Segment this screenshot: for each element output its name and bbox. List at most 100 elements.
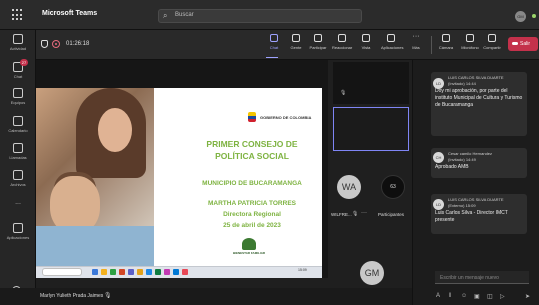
calendar-icon	[13, 116, 23, 126]
message-sender: LUIS CARLOS SILVA DUARTE	[448, 197, 504, 202]
taskbar-app-icon	[92, 269, 98, 275]
app-launcher-icon[interactable]	[12, 9, 24, 21]
rail-item-chat[interactable]: 27 Chat	[0, 59, 36, 79]
message-text: Luis Carlos Silva - Director IMCT presen…	[435, 210, 508, 223]
format-icon[interactable]: A	[436, 293, 440, 299]
unread-badge: 27	[20, 59, 28, 66]
search-placeholder: Buscar	[175, 12, 194, 18]
send-icon[interactable]: ➤	[525, 293, 530, 300]
taskbar-app-icon	[182, 269, 188, 275]
presence-status-icon	[532, 14, 536, 18]
react-button[interactable]: Reaccionar	[332, 34, 352, 50]
people-icon	[292, 34, 300, 42]
people-button[interactable]: Gente	[286, 34, 306, 50]
attach-icon[interactable]: ǁ	[449, 293, 451, 299]
more-options-icon[interactable]: ···	[361, 210, 367, 216]
search-icon: ⌕	[163, 11, 168, 20]
raise-hand-icon	[314, 34, 322, 42]
rail-item-teams[interactable]: Equipos	[0, 88, 36, 105]
chat-button[interactable]: Chat	[264, 34, 284, 50]
taskbar-clock: 15:09	[298, 268, 307, 272]
message-sender: LUIS CARLOS SILVA DUARTE	[448, 75, 504, 80]
slide-municipio: MUNICIPIO DE BUCARAMANGA	[202, 180, 302, 187]
microphone-button[interactable]: Micrófono	[460, 34, 480, 50]
chat-message: LUIS CARLOS SILVA DUARTE (Invitado) 14:44…	[431, 72, 527, 136]
message-time: 15:09	[465, 202, 476, 208]
mic-off-icon	[466, 34, 474, 42]
taskbar-app-icon	[110, 269, 116, 275]
message-text: Aprobado AMB	[435, 164, 469, 170]
message-text: Doy mi aprobación, por parte del institu…	[435, 88, 523, 108]
apps-icon	[13, 223, 23, 233]
taskbar-app-icon	[146, 269, 152, 275]
message-time: 14:49	[465, 156, 476, 162]
apps-icon	[387, 34, 395, 42]
loop-icon[interactable]: ▷	[500, 293, 505, 300]
active-tab-indicator	[266, 57, 278, 58]
government-seal-icon	[248, 112, 256, 122]
taskbar-app-icon	[155, 269, 161, 275]
icbf-logo-icon	[242, 238, 256, 250]
more-button[interactable]: ··· Más	[406, 33, 426, 50]
video-tile[interactable]	[333, 62, 409, 104]
taskbar-app-icon	[164, 269, 170, 275]
rail-item-files[interactable]: Archivos	[0, 170, 36, 187]
recording-icon	[52, 40, 60, 48]
meeting-timer: 01:26:18	[66, 41, 90, 47]
shield-icon	[41, 40, 48, 48]
left-rail: Actividad 27 Chat Equipos Calendario Llam…	[0, 30, 36, 305]
participants-label: Participantes	[378, 212, 405, 217]
chat-icon	[270, 34, 278, 42]
file-icon	[13, 170, 23, 180]
compose-placeholder: Escribir un mensaje nuevo	[440, 275, 499, 281]
taskbar-app-icon	[173, 269, 179, 275]
rail-item-calls[interactable]: Llamadas	[0, 143, 36, 160]
slide-speaker-name: MARTHA PATRICIA TORRES	[208, 200, 296, 207]
message-sender: Cesar camilo Hernandez	[448, 151, 493, 156]
teams-icon	[13, 88, 23, 98]
video-tile-selected[interactable]	[333, 107, 409, 151]
view-button[interactable]: Vista	[356, 34, 376, 50]
toolbar-divider	[431, 36, 432, 54]
presenter-name: Marlyn Yulieth Prada Jaimes	[40, 293, 104, 299]
camera-button[interactable]: Cámara	[436, 34, 456, 50]
participant-avatar[interactable]: WA	[337, 175, 361, 199]
sender-avatar: LD	[433, 78, 444, 89]
apps-button[interactable]: Aplicaciones	[381, 34, 403, 50]
camera-off-icon	[442, 34, 450, 42]
message-tag: (Externo)	[448, 202, 465, 208]
hang-up-icon	[512, 42, 518, 45]
sender-avatar: LD	[433, 199, 444, 210]
phone-icon	[13, 143, 23, 153]
rail-item-apps[interactable]: Aplicaciones	[0, 223, 36, 240]
emoji-icon[interactable]: ☺	[461, 293, 467, 299]
share-icon	[488, 34, 496, 42]
taskbar-app-icon	[101, 269, 107, 275]
rail-item-activity[interactable]: Actividad	[0, 34, 36, 51]
chat-message: LUIS CARLOS SILVA DUARTE (Externo) 15:09 …	[431, 194, 527, 234]
taskbar-search	[42, 268, 82, 276]
taskbar-app-icon	[128, 269, 134, 275]
chat-message: Cesar camilo Hernandez (Invitado) 14:49 A…	[431, 148, 527, 178]
mic-icon: 🎙	[340, 90, 347, 96]
message-tag: (Invitado)	[448, 80, 465, 86]
slide-logo-text: BIENESTAR FAMILIAR	[232, 251, 266, 255]
share-button[interactable]: Compartir	[482, 34, 502, 50]
gov-heading: GOBIERNO DE COLOMBIA	[260, 115, 312, 120]
self-avatar[interactable]: GM	[360, 261, 384, 285]
rail-item-more[interactable]: ...	[0, 197, 36, 206]
raise-hand-button[interactable]: Participar	[308, 34, 328, 50]
sticker-icon[interactable]: ◫	[487, 293, 493, 300]
participant-name: WILFRE...	[331, 212, 352, 217]
taskbar-app-icon	[119, 269, 125, 275]
gif-icon[interactable]: ▣	[474, 293, 480, 300]
slide-title: PRIMER CONSEJO DE POLÍTICA SOCIAL	[206, 139, 298, 161]
mic-icon: 🎙	[352, 211, 359, 217]
profile-avatar[interactable]: GM	[515, 11, 526, 22]
bell-icon	[13, 34, 23, 44]
participants-count[interactable]: 63	[381, 175, 405, 199]
rail-item-calendar[interactable]: Calendario	[0, 116, 36, 133]
taskbar-app-icon	[137, 269, 143, 275]
message-time: 14:44	[465, 80, 476, 86]
mic-icon: 🎙	[104, 293, 112, 299]
